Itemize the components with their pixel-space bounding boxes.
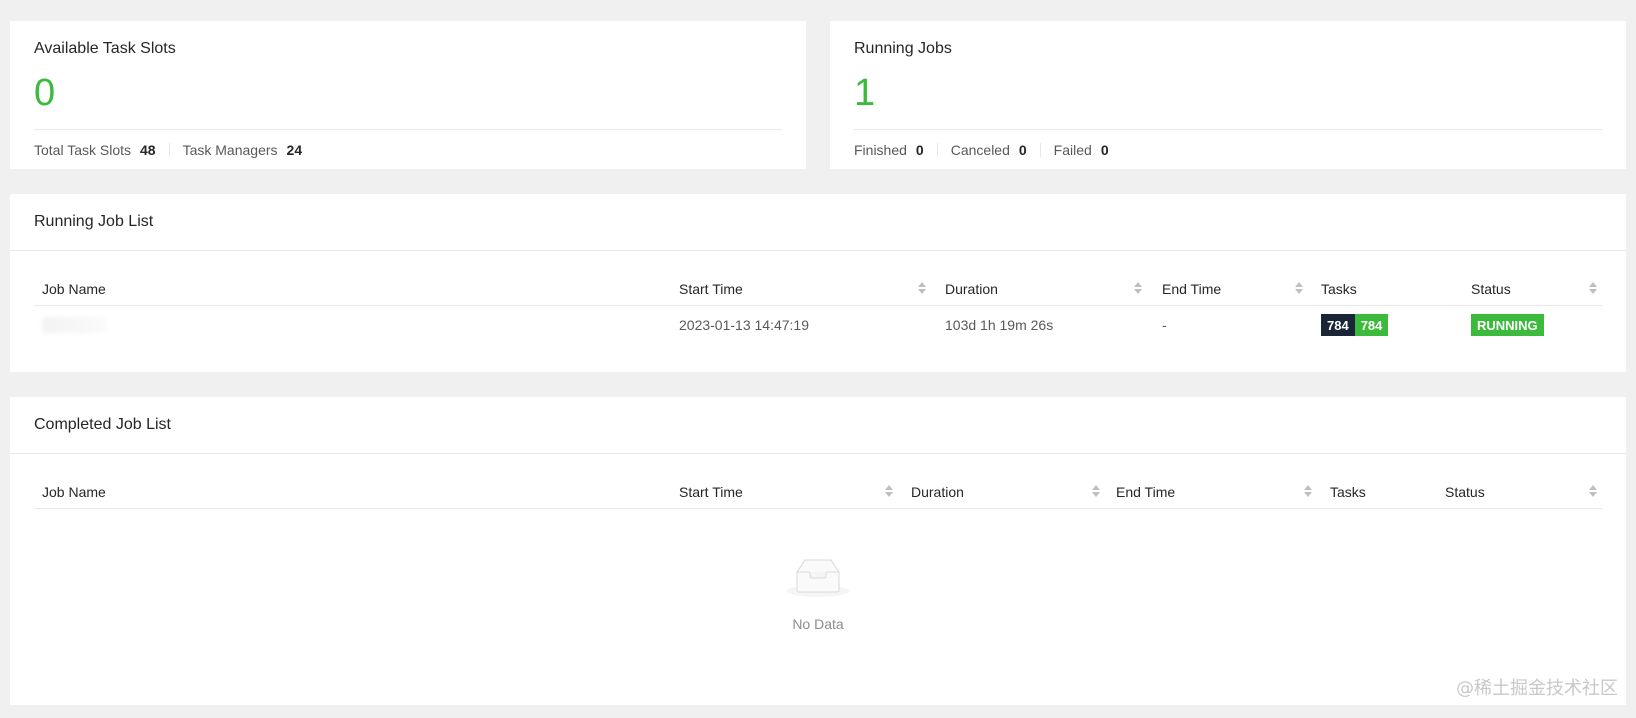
sort-duration-icon[interactable] (1091, 484, 1101, 498)
running-jobs-footer: Finished 0 Canceled 0 Failed 0 (854, 142, 1109, 158)
completed-job-list-title: Completed Job List (34, 416, 171, 434)
empty-state-text: No Data (10, 616, 1626, 632)
finished-label: Finished (854, 142, 907, 158)
task-slots-footer: Total Task Slots 48 Task Managers 24 (34, 142, 302, 158)
column-duration[interactable]: Duration (911, 474, 964, 509)
empty-state: No Data (10, 554, 1626, 634)
finished-value: 0 (916, 142, 924, 158)
failed-label: Failed (1054, 142, 1092, 158)
completed-job-table: Job Name Start Time Duration End Time Ta… (34, 474, 1602, 509)
task-managers-value: 24 (287, 142, 303, 158)
task-managers-stat: Task Managers 24 (183, 142, 303, 158)
canceled-stat: Canceled 0 (951, 142, 1027, 158)
column-job-name: Job Name (42, 474, 106, 509)
divider (1040, 143, 1041, 157)
table-header-row: Job Name Start Time Duration End Time Ta… (34, 271, 1602, 306)
column-job-name: Job Name (42, 271, 106, 306)
status-cell: RUNNING (1471, 306, 1544, 344)
running-job-list-header: Running Job List (10, 194, 1626, 251)
column-tasks: Tasks (1330, 474, 1366, 509)
failed-stat: Failed 0 (1054, 142, 1109, 158)
sort-start-time-icon[interactable] (884, 484, 894, 498)
column-start-time[interactable]: Start Time (679, 474, 743, 509)
divider (34, 129, 782, 130)
total-task-slots-value: 48 (140, 142, 156, 158)
table-row[interactable]: 2023-01-13 14:47:19 103d 1h 19m 26s - 78… (34, 306, 1602, 344)
end-time-cell: - (1162, 306, 1167, 344)
task-managers-label: Task Managers (183, 142, 278, 158)
running-job-table: Job Name Start Time Duration End Time Ta… (34, 271, 1602, 344)
tasks-running-count: 784 (1355, 314, 1389, 336)
available-task-slots-value: 0 (34, 74, 55, 112)
sort-start-time-icon[interactable] (917, 281, 927, 295)
running-jobs-title: Running Jobs (854, 40, 952, 58)
status-badge: RUNNING (1471, 314, 1544, 336)
running-job-list-card: Running Job List Job Name Start Time Dur… (10, 194, 1626, 372)
finished-stat: Finished 0 (854, 142, 924, 158)
running-jobs-value: 1 (854, 74, 875, 112)
canceled-label: Canceled (951, 142, 1010, 158)
table-header-row: Job Name Start Time Duration End Time Ta… (34, 474, 1602, 509)
total-task-slots-stat: Total Task Slots 48 (34, 142, 156, 158)
empty-inbox-icon (785, 554, 851, 598)
completed-job-list-card: Completed Job List Job Name Start Time D… (10, 397, 1626, 705)
column-status[interactable]: Status (1471, 271, 1511, 306)
column-end-time[interactable]: End Time (1116, 474, 1175, 509)
tasks-cell: 784 784 (1321, 306, 1388, 344)
tasks-total-count: 784 (1321, 314, 1355, 336)
running-job-list-title: Running Job List (34, 213, 153, 231)
available-task-slots-card: Available Task Slots 0 Total Task Slots … (10, 21, 806, 169)
total-task-slots-label: Total Task Slots (34, 142, 131, 158)
sort-status-icon[interactable] (1588, 281, 1598, 295)
running-jobs-card: Running Jobs 1 Finished 0 Canceled 0 Fai… (830, 21, 1626, 169)
sort-end-time-icon[interactable] (1303, 484, 1313, 498)
divider (854, 129, 1602, 130)
start-time-cell: 2023-01-13 14:47:19 (679, 306, 809, 344)
duration-cell: 103d 1h 19m 26s (945, 306, 1053, 344)
canceled-value: 0 (1019, 142, 1027, 158)
column-duration[interactable]: Duration (945, 271, 998, 306)
job-name-cell[interactable] (42, 306, 106, 344)
sort-status-icon[interactable] (1588, 484, 1598, 498)
sort-end-time-icon[interactable] (1294, 281, 1304, 295)
column-end-time[interactable]: End Time (1162, 271, 1221, 306)
sort-duration-icon[interactable] (1133, 281, 1143, 295)
divider (937, 143, 938, 157)
divider (169, 143, 170, 157)
completed-job-list-header: Completed Job List (10, 397, 1626, 454)
column-status[interactable]: Status (1445, 474, 1485, 509)
failed-value: 0 (1101, 142, 1109, 158)
column-start-time[interactable]: Start Time (679, 271, 743, 306)
job-name-redacted (42, 317, 106, 333)
column-tasks: Tasks (1321, 271, 1357, 306)
watermark: @稀土掘金技术社区 (1456, 674, 1618, 700)
available-task-slots-title: Available Task Slots (34, 40, 176, 58)
tasks-badge: 784 784 (1321, 314, 1388, 336)
